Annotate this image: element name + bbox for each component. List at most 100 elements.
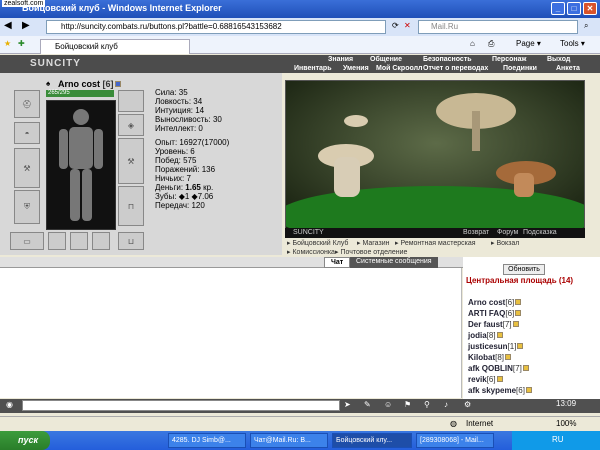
location-title: Центральная площадь (14) [466, 276, 574, 285]
nav-communication[interactable]: Общение [370, 56, 402, 63]
taskbar-item[interactable]: Чат@Mail.Ru: В... [250, 433, 328, 448]
page-menu[interactable]: Page ▾ [516, 39, 541, 48]
refresh-icon[interactable]: ⟳ [392, 21, 399, 30]
minimize-button[interactable]: _ [551, 2, 565, 15]
link-post[interactable]: ▸ Почтовое отделение [335, 248, 407, 256]
transfers-text: Передач: 120 [155, 201, 205, 210]
user-list-item[interactable]: justicesun[1] [468, 342, 524, 351]
language-indicator[interactable]: RU [552, 435, 564, 444]
clear-icon[interactable]: ✎ [364, 400, 371, 409]
maximize-button[interactable]: □ [567, 2, 581, 15]
tab-system-messages[interactable]: Системные сообщения [350, 257, 438, 268]
bracer-icon: ◓ [24, 128, 30, 138]
refresh-button[interactable]: Обновить [503, 264, 545, 275]
user-list-item[interactable]: afk QOBLIN[7] [468, 364, 529, 373]
link-station[interactable]: ▸ Вокзал [491, 239, 519, 247]
nav-profile[interactable]: Анкета [556, 65, 580, 72]
close-button[interactable]: ✕ [583, 2, 597, 15]
chat-mode-icon[interactable]: ◉ [6, 400, 13, 409]
sound-icon[interactable]: ♪ [444, 400, 448, 409]
window-title: Бойцовский клуб - Windows Internet Explo… [22, 3, 222, 13]
chat-log[interactable] [0, 268, 462, 398]
chat-input[interactable] [22, 400, 340, 411]
filter-icon[interactable]: ⚑ [404, 400, 411, 409]
location-scene[interactable] [285, 80, 585, 236]
wins-text: Побед: 575 [155, 156, 197, 165]
zoom-level[interactable]: 100% [556, 419, 576, 428]
boots-slot[interactable]: ⊔ [118, 232, 144, 250]
tools-menu[interactable]: Tools ▾ [560, 39, 585, 48]
link-repair[interactable]: ▸ Ремонтная мастерская [395, 239, 476, 247]
weapon-slot[interactable]: ⚒ [14, 148, 40, 188]
forward-icon[interactable]: ▶ [22, 20, 30, 31]
stat-endurance: Выносливость: 30 [155, 115, 222, 124]
character-silhouette [46, 100, 116, 230]
user-list-item[interactable]: Der faust[7] [468, 320, 519, 329]
ring-slot-3[interactable] [92, 232, 110, 250]
user-list-item[interactable]: jodia[8] [468, 331, 503, 340]
smile-icon[interactable]: ☺ [384, 400, 392, 409]
user-list-item[interactable]: Arno cost[6] [468, 298, 522, 307]
axe-icon: ⚒ [127, 156, 135, 166]
stat-intuition: Интуиция: 14 [155, 106, 205, 115]
helmet-slot[interactable]: ⛑ [14, 90, 40, 118]
add-favorite-icon[interactable]: ✚ [18, 39, 25, 48]
address-bar[interactable]: http://suncity.combats.ru/buttons.pl?bat… [46, 20, 386, 34]
tab-chat[interactable]: Чат [324, 257, 351, 268]
watermark: zealsoft.com [2, 0, 46, 7]
nav-skills[interactable]: Умения [343, 65, 369, 72]
info-icon [114, 81, 121, 87]
taskbar-item[interactable]: 4285. DJ Simb@... [168, 433, 246, 448]
belt-slot[interactable]: ▭ [10, 232, 44, 250]
nav-transfer-report[interactable]: Отчет о переводах [423, 65, 488, 72]
character-name[interactable]: Arno cost [6] [48, 79, 121, 89]
nav-character[interactable]: Персонаж [492, 56, 526, 63]
taskbar-item[interactable]: [289308068] - Mail... [416, 433, 494, 448]
search-input[interactable]: Mail.Ru [418, 20, 578, 34]
level-text: Уровень: 6 [155, 147, 195, 156]
ring-slot-2[interactable] [70, 232, 88, 250]
send-icon[interactable]: ➤ [344, 400, 351, 409]
hint-link[interactable]: Подсказка [523, 229, 557, 236]
armor-icon: ⛨ [24, 202, 30, 211]
ring-slot-1[interactable] [48, 232, 66, 250]
link-shop[interactable]: ▸ Магазин [357, 239, 389, 247]
amulet-icon: ◈ [127, 120, 135, 130]
scene-logo: SUNCITY [293, 229, 324, 236]
character-figure-icon [59, 109, 103, 221]
back-link[interactable]: Возврат [463, 229, 489, 236]
nav-security[interactable]: Безопасность [423, 56, 472, 63]
nav-inventory[interactable]: Инвентарь [294, 65, 332, 72]
amulet-slot[interactable]: ◈ [118, 114, 144, 136]
bracer-slot[interactable]: ◓ [14, 122, 40, 144]
earring-slot[interactable] [118, 90, 144, 112]
pants-icon: ⊓ [127, 201, 135, 211]
start-button[interactable]: пуск [0, 431, 50, 450]
print-icon[interactable]: ⎙ [488, 39, 494, 49]
search-icon[interactable]: ⌕ [584, 21, 588, 31]
nav-exit[interactable]: Выход [547, 56, 570, 63]
taskbar-item[interactable]: Бойцовский клу... [332, 433, 412, 448]
user-list-item[interactable]: revik[6] [468, 375, 503, 384]
walk-icon[interactable]: ⚲ [424, 400, 430, 409]
forum-link[interactable]: Форум [497, 229, 518, 236]
home-icon[interactable]: ⌂ [470, 39, 475, 48]
window-title-bar: Бойцовский клуб - Windows Internet Explo… [0, 0, 600, 18]
user-list-item[interactable]: ARTI FAQ[6] [468, 309, 522, 318]
nav-knowledge[interactable]: Знания [328, 56, 353, 63]
link-fight-club[interactable]: ▸ Бойцовский Клуб [287, 239, 348, 247]
armor-slot[interactable]: ⛨ [14, 190, 40, 224]
favorites-star-icon[interactable]: ★ [4, 39, 11, 48]
offhand-slot[interactable]: ⚒ [118, 138, 144, 184]
settings-icon[interactable]: ⚙ [464, 400, 471, 409]
pants-slot[interactable]: ⊓ [118, 186, 144, 226]
link-commission[interactable]: ▸ Комиссионка [287, 248, 335, 256]
status-bar: ◍ Internet 100% [0, 416, 600, 430]
user-list-item[interactable]: afk skypeme[6] [468, 386, 532, 395]
nav-my-scroll[interactable]: Мой Скроолл [376, 65, 422, 72]
nav-fights[interactable]: Поединки [503, 65, 537, 72]
stop-icon[interactable]: ✕ [404, 21, 411, 30]
back-icon[interactable]: ◀ [4, 20, 12, 31]
browser-tab[interactable]: Бойцовский клуб [40, 39, 190, 54]
user-list-item[interactable]: Kilobat[8] [468, 353, 512, 362]
